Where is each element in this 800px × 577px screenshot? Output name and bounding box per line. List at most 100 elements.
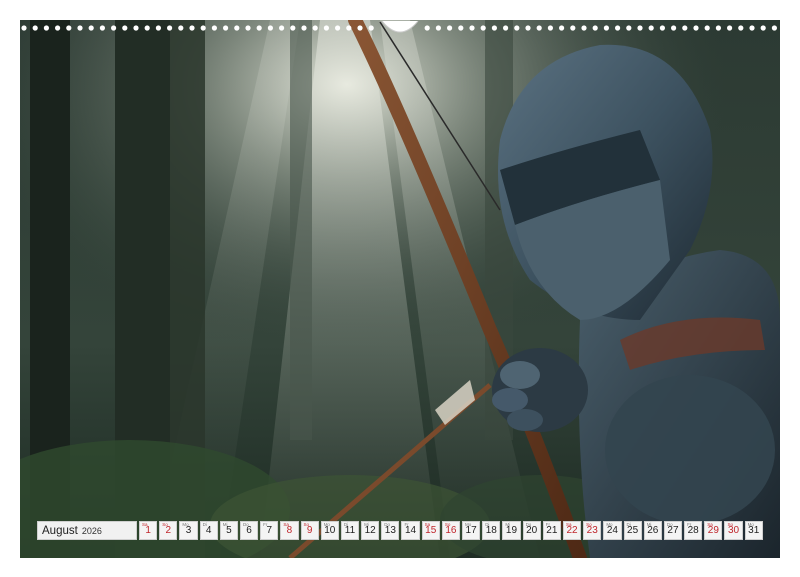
binding-hole xyxy=(43,25,49,31)
binding-hole xyxy=(111,25,117,31)
day-cell: Fr 14 xyxy=(401,521,420,540)
binding-hole xyxy=(21,25,27,31)
day-cell: So 9 xyxy=(300,521,319,540)
weekday-label: Sa xyxy=(142,522,148,527)
weekday-label: Mi xyxy=(364,522,369,527)
binding-hole xyxy=(32,25,38,31)
weekday-label: So xyxy=(586,522,592,527)
weekday-label: Mo xyxy=(182,522,189,527)
binding-hole xyxy=(256,25,262,31)
binding-hole xyxy=(155,25,161,31)
binding-hole xyxy=(144,25,150,31)
binding-hole xyxy=(536,25,542,31)
day-cell: Fr 7 xyxy=(260,521,279,540)
binding-hole xyxy=(559,25,565,31)
binding-hole xyxy=(749,25,755,31)
month-label: August 2026 xyxy=(37,521,137,540)
day-cell: Do 6 xyxy=(239,521,259,540)
day-cell: Do 20 xyxy=(522,521,541,540)
day-cells: Sa 1 So 2 Mo 3 Di 4 Mi 5 Do 6 Fr 7 Sa 8 So 9 Mo 10 Di 11 Mi 12 D… xyxy=(139,521,763,540)
binding-hole xyxy=(223,25,229,31)
weekday-label: Mo xyxy=(465,522,472,527)
binding-hole xyxy=(167,25,173,31)
weekday-label: Sa xyxy=(565,522,572,527)
binding-hole xyxy=(704,25,710,31)
weekday-label: Mi xyxy=(646,522,652,527)
binding-hole xyxy=(514,25,520,31)
binding-hole xyxy=(547,25,554,31)
binding-hole xyxy=(323,25,329,31)
weekday-label: So xyxy=(444,522,451,527)
binding-hole xyxy=(693,25,699,31)
day-cell: Mi 26 xyxy=(643,521,662,540)
binding-hole xyxy=(290,25,296,31)
binding-hole xyxy=(447,25,453,31)
binding-hole xyxy=(77,25,83,31)
weekday-label: Di xyxy=(626,522,631,527)
binding-hole xyxy=(637,25,643,31)
day-cell: Sa 1 xyxy=(139,521,158,540)
day-cell: Sa 22 xyxy=(562,521,582,540)
binding-hole xyxy=(346,25,352,31)
day-cell: Sa 8 xyxy=(280,521,299,540)
binding-hole xyxy=(525,25,531,31)
weekday-label: Fr xyxy=(545,522,550,527)
binding-rings-icon xyxy=(21,21,778,33)
weekday-label: Fr xyxy=(263,522,268,527)
binding-hole xyxy=(99,25,105,31)
binding-hole xyxy=(491,25,497,31)
weekday-label: Sa xyxy=(424,522,431,527)
day-cell: So 30 xyxy=(724,521,743,540)
binding-hole xyxy=(615,25,621,31)
day-cell: Do 13 xyxy=(381,521,400,540)
binding-hole xyxy=(435,25,441,31)
binding-hole xyxy=(771,25,778,31)
day-cell: Sa 29 xyxy=(704,521,723,540)
knight-photo-icon xyxy=(20,20,780,558)
knight-archer-photo xyxy=(20,20,780,558)
day-cell: Mo 3 xyxy=(179,521,198,540)
day-cell: Fr 21 xyxy=(542,521,561,540)
weekday-label: Mo xyxy=(323,522,330,527)
weekday-label: Fr xyxy=(687,522,692,527)
binding-hole xyxy=(570,25,576,31)
weekday-label: Mo xyxy=(606,522,613,527)
weekday-label: Mi xyxy=(222,522,228,527)
binding-hole xyxy=(715,25,722,31)
binding-hole xyxy=(738,25,744,31)
weekday-label: So xyxy=(303,522,310,527)
day-cell: Di 4 xyxy=(199,521,218,540)
calendar-page: August 2026 Sa 1 So 2 Mo 3 Di 4 Mi 5 Do 6 Fr 7 Sa 8 So 9 M… xyxy=(0,0,800,577)
day-cell: Mi 19 xyxy=(502,521,521,540)
day-cell: So 16 xyxy=(441,521,460,540)
binding-hole xyxy=(368,25,374,31)
day-cell: Sa 15 xyxy=(421,521,440,540)
binding-hole xyxy=(424,25,430,31)
binding-hole xyxy=(178,25,184,31)
day-cell: Mi 5 xyxy=(219,521,238,540)
day-cell: Di 25 xyxy=(623,521,642,540)
binding-hole xyxy=(335,25,341,31)
day-cell: So 2 xyxy=(159,521,178,540)
binding-hole xyxy=(626,25,632,31)
weekday-label: So xyxy=(162,522,168,527)
binding-hole xyxy=(671,25,677,31)
binding-hole xyxy=(659,25,666,31)
binding-hole xyxy=(480,25,486,31)
binding-hole xyxy=(603,25,610,31)
binding-hole xyxy=(88,25,94,31)
binding-hole xyxy=(55,25,61,31)
day-cell: Fr 28 xyxy=(684,521,703,540)
day-cell: Mo 17 xyxy=(462,521,481,540)
binding-hole xyxy=(245,25,251,31)
binding-hole xyxy=(503,25,509,31)
day-cell: Mo 24 xyxy=(603,521,622,540)
binding-hole xyxy=(200,25,206,31)
binding-hole xyxy=(122,25,128,31)
day-cell: Mo 10 xyxy=(320,521,339,540)
binding-hole xyxy=(682,25,688,31)
weekday-label: Mi xyxy=(505,522,511,527)
weekday-label: Di xyxy=(343,522,349,527)
day-cell: Do 27 xyxy=(663,521,683,540)
weekday-label: Do xyxy=(384,522,391,527)
